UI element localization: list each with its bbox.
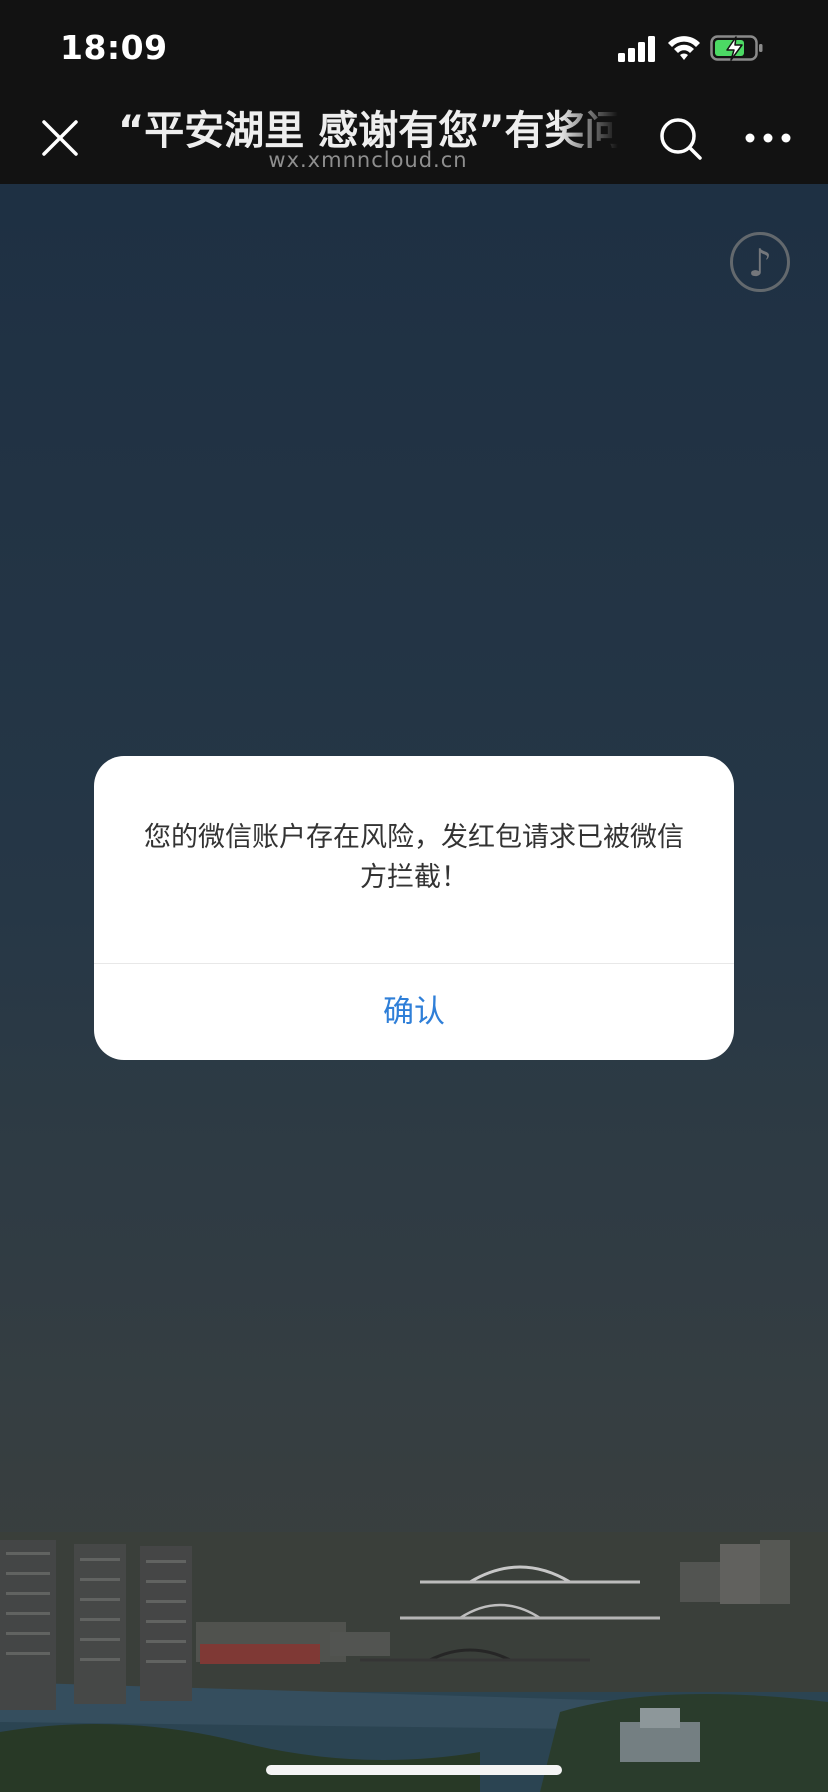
signal-icon: [618, 36, 658, 62]
more-button[interactable]: [744, 128, 792, 148]
alert-dialog: 您的微信账户存在风险，发红包请求已被微信方拦截！ 确认: [94, 756, 734, 1060]
battery-charging-icon: [710, 34, 764, 62]
more-icon: [745, 133, 791, 143]
dialog-message: 您的微信账户存在风险，发红包请求已被微信方拦截！: [144, 822, 684, 893]
home-indicator[interactable]: [266, 1765, 562, 1775]
confirm-button[interactable]: 确认: [94, 964, 734, 1060]
wifi-icon: [666, 34, 702, 62]
screen: 18:09 “平安湖里 感谢有您”有奖问 wx.xmnncloud.cn ♪ 您…: [0, 0, 828, 1792]
page-domain: wx.xmnncloud.cn: [268, 148, 468, 172]
status-time: 18:09: [60, 28, 168, 67]
search-button[interactable]: [658, 116, 704, 162]
search-icon: [660, 118, 702, 160]
page-title: “平安湖里 感谢有您”有奖问: [118, 108, 618, 148]
nav-bar: “平安湖里 感谢有您”有奖问 wx.xmnncloud.cn: [0, 92, 828, 184]
status-bar: 18:09: [0, 0, 828, 92]
